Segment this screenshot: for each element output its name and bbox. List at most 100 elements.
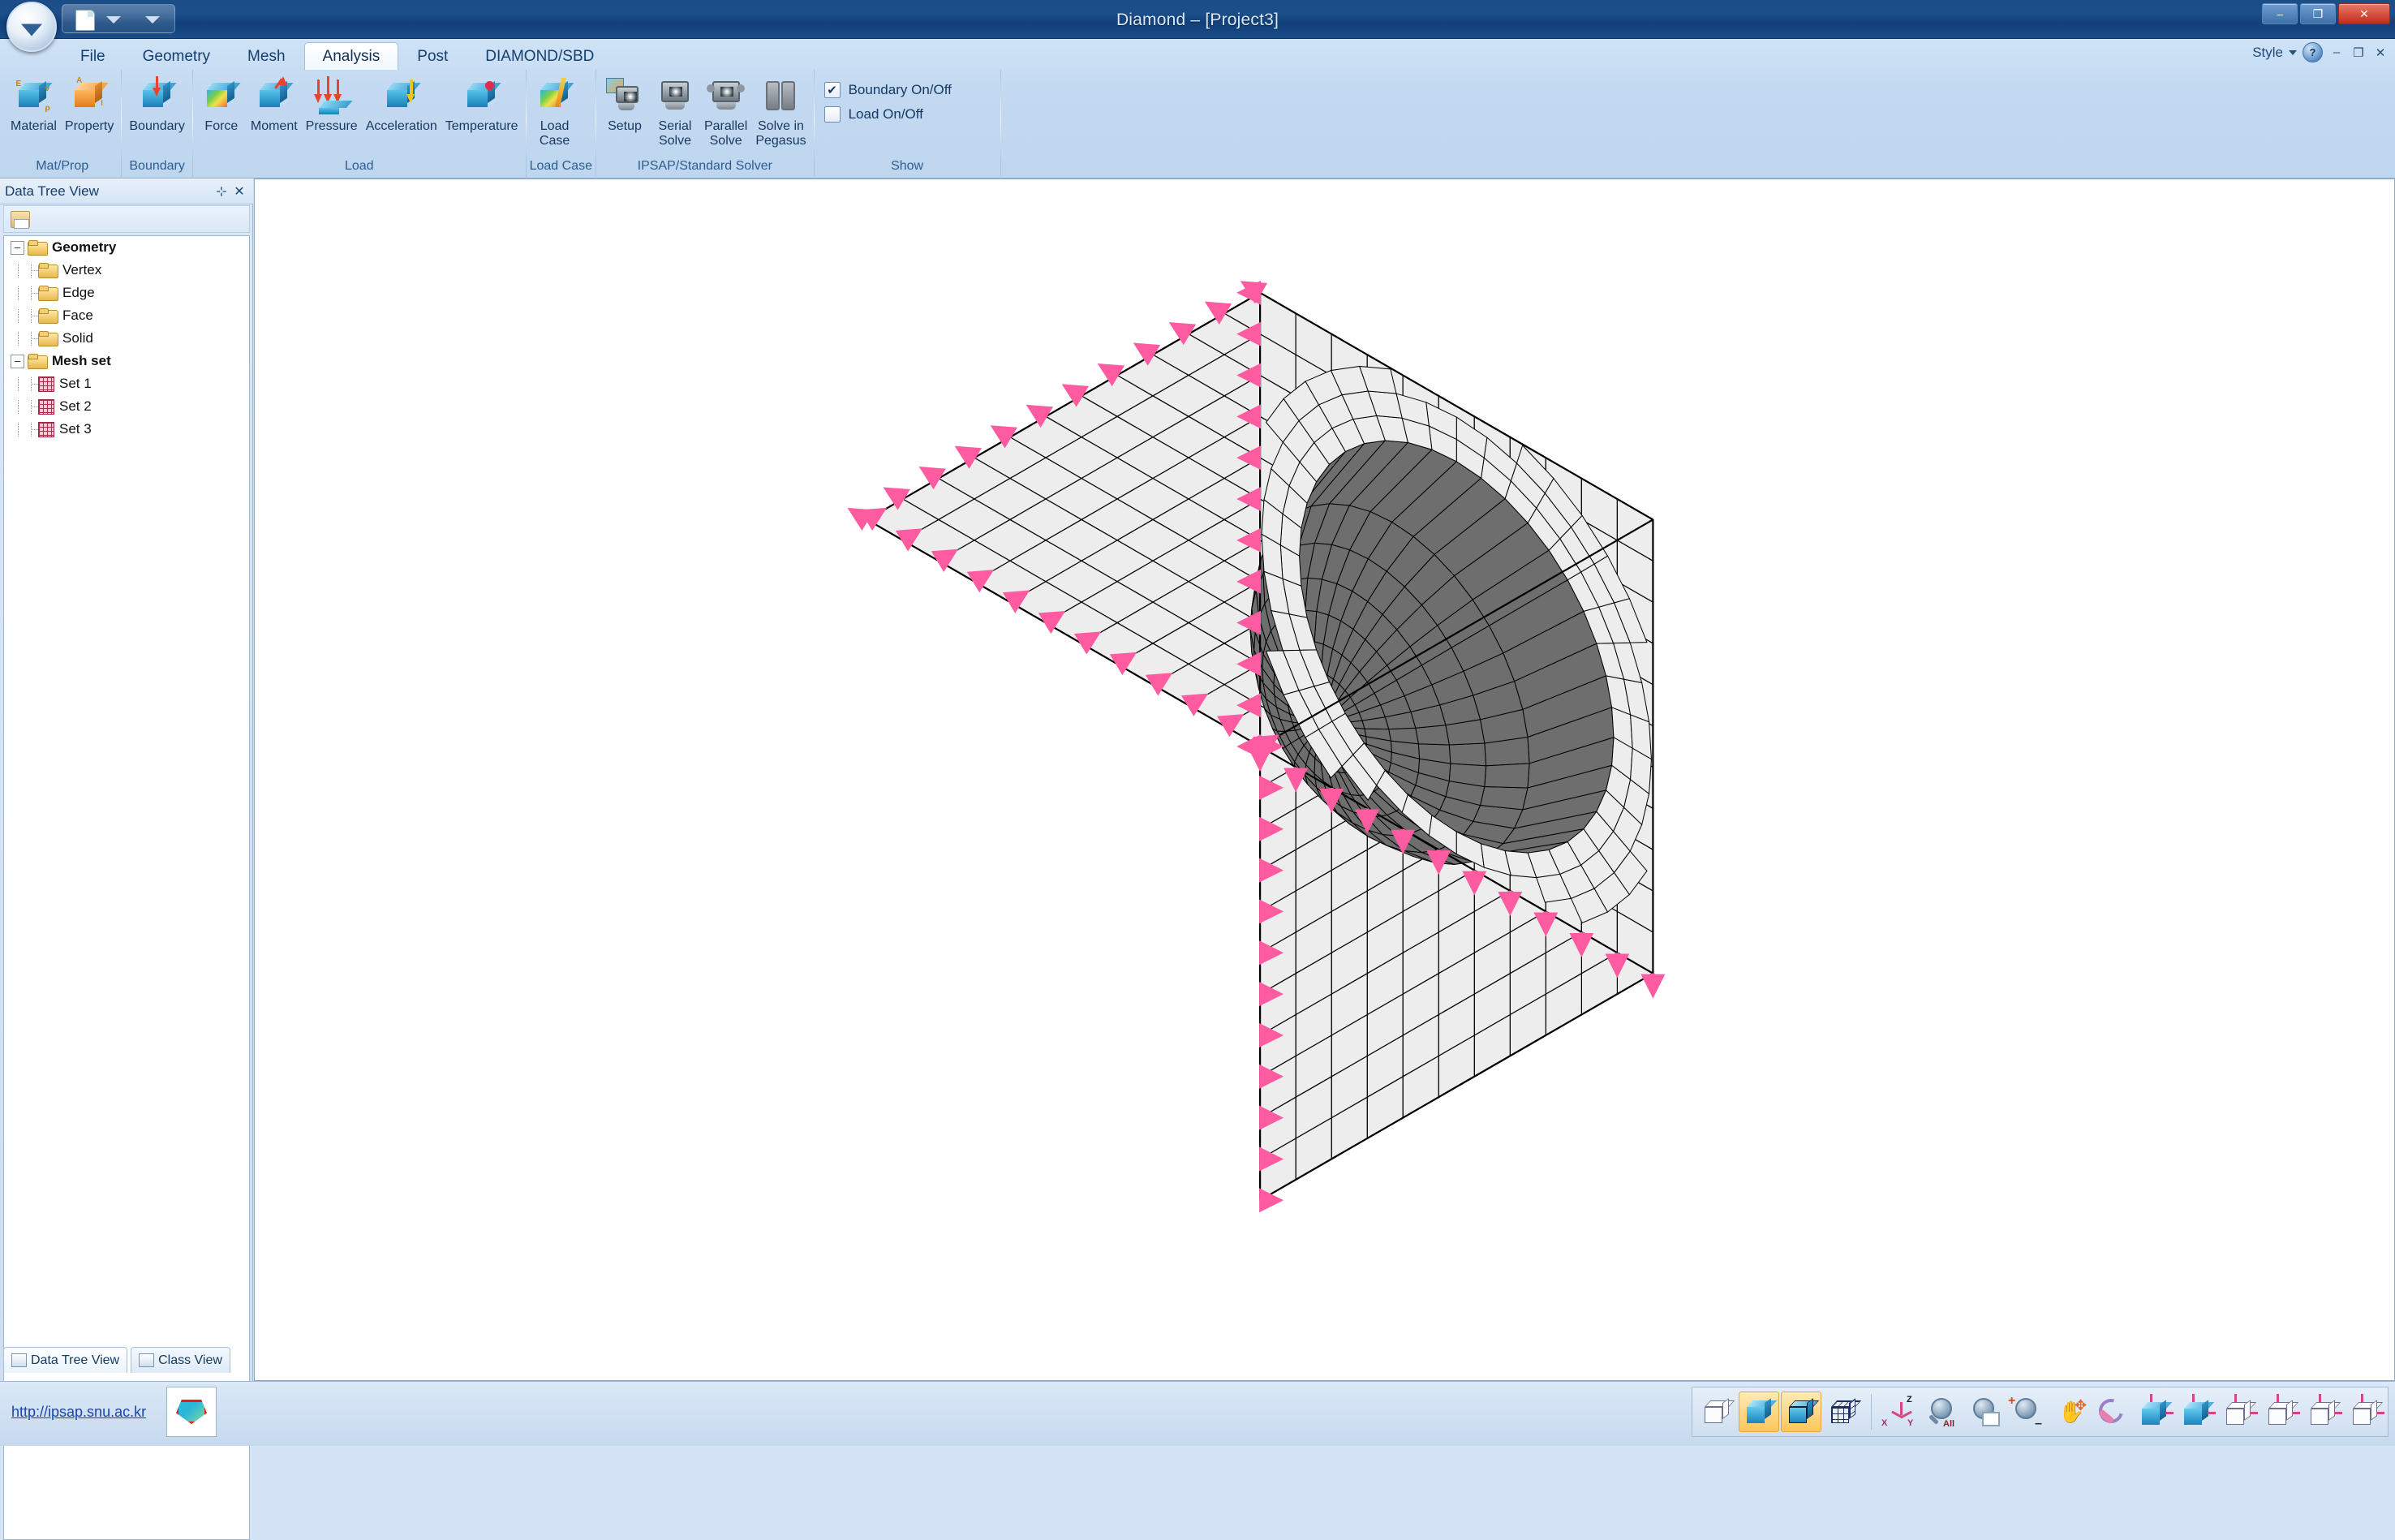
- tree-item-set-2[interactable]: Set 2: [4, 395, 249, 418]
- load-case-button[interactable]: Load Case: [530, 73, 580, 150]
- axis-x-label: X: [1881, 1418, 1888, 1428]
- tab-geometry[interactable]: Geometry: [124, 42, 229, 70]
- dock-toolbar: [3, 205, 250, 233]
- iso-view-cube-icon: [2142, 1400, 2173, 1425]
- mesh-view-button[interactable]: [1823, 1392, 1864, 1432]
- tab-mesh[interactable]: Mesh: [229, 42, 303, 70]
- 3d-viewport[interactable]: [254, 179, 2395, 1381]
- axis-right-icon: [2250, 1412, 2258, 1414]
- mesh-model-canvas[interactable]: [255, 179, 2394, 1380]
- right-view-button[interactable]: [2343, 1392, 2384, 1432]
- ipsap-website-link[interactable]: http://ipsap.snu.ac.kr: [11, 1404, 146, 1421]
- tab-file[interactable]: File: [62, 42, 124, 70]
- back-view-cube-icon: [2226, 1400, 2257, 1425]
- pressure-button[interactable]: Pressure: [302, 73, 362, 136]
- diamond-logo-button[interactable]: [166, 1387, 217, 1437]
- acceleration-button[interactable]: Acceleration: [362, 73, 441, 136]
- maximize-button[interactable]: ❐: [2300, 3, 2336, 24]
- shaded-mesh-cube-icon: [1789, 1398, 1820, 1423]
- ribbon-close-button[interactable]: ✕: [2372, 45, 2389, 61]
- tree-item-mesh-set[interactable]: − Mesh set: [4, 350, 249, 372]
- expander-icon[interactable]: −: [11, 354, 24, 368]
- application-orb-button[interactable]: [6, 2, 57, 52]
- iso-view-button[interactable]: [2132, 1392, 2174, 1432]
- wireframe-view-button[interactable]: [1696, 1392, 1737, 1432]
- expander-icon[interactable]: −: [11, 240, 24, 255]
- setup-button[interactable]: Setup: [600, 73, 650, 136]
- top-view-button[interactable]: [2259, 1392, 2300, 1432]
- chevron-down-icon[interactable]: [2289, 49, 2297, 55]
- group-title-show: Show: [891, 159, 924, 173]
- shaded-with-mesh-view-button[interactable]: [1781, 1392, 1821, 1432]
- axis-up-icon: [2150, 1394, 2152, 1402]
- boundary-onoff-checkbox[interactable]: ✔ Boundary On/Off: [818, 78, 958, 102]
- view-toolbar: Z X Y All + – ✋ ✥: [1692, 1387, 2389, 1437]
- rotate-view-button[interactable]: [2090, 1392, 2131, 1432]
- new-item-icon[interactable]: [11, 211, 30, 229]
- solver-setup-icon: [604, 75, 646, 117]
- mesh-cube-icon: [1831, 1398, 1862, 1423]
- temperature-button[interactable]: Temperature: [441, 73, 522, 136]
- tree-item-geometry[interactable]: − Geometry: [4, 236, 249, 259]
- minimize-button[interactable]: –: [2262, 3, 2298, 24]
- tree-item-set-1[interactable]: Set 1: [4, 372, 249, 395]
- ribbon-minimize-button[interactable]: –: [2328, 45, 2345, 61]
- boundary-onoff-check-icon[interactable]: ✔: [823, 82, 841, 98]
- tree-item-face[interactable]: Face: [4, 304, 249, 327]
- force-button[interactable]: Force: [196, 73, 247, 136]
- shaded-cube-icon: [1747, 1398, 1778, 1423]
- zoom-plus-label: +: [2008, 1394, 2016, 1408]
- shaded-view-button[interactable]: [1739, 1392, 1779, 1432]
- material-label: Material: [11, 119, 57, 133]
- folder-icon: [38, 308, 58, 324]
- close-icon[interactable]: ✕: [230, 183, 248, 200]
- tab-class-view[interactable]: Class View: [131, 1347, 230, 1373]
- pegasus-solve-icon: [759, 75, 802, 117]
- boundary-button[interactable]: Boundary: [125, 73, 189, 136]
- temperature-label: Temperature: [445, 119, 518, 133]
- ribbon-group-boundary: Boundary Boundary: [122, 70, 193, 179]
- parallel-solve-button[interactable]: Parallel Solve: [700, 73, 751, 150]
- dock-caption-bar: Data Tree View ⊹ ✕: [0, 179, 253, 204]
- tree-item-set-3[interactable]: Set 3: [4, 418, 249, 441]
- force-label: Force: [204, 119, 239, 133]
- tab-diamond-sbd[interactable]: DIAMOND/SBD: [467, 42, 613, 70]
- tab-data-tree-view[interactable]: Data Tree View: [3, 1347, 128, 1373]
- help-icon[interactable]: ?: [2303, 42, 2323, 62]
- customize-qat-icon[interactable]: [145, 16, 160, 24]
- load-case-icon: [534, 75, 576, 117]
- close-button[interactable]: ✕: [2338, 3, 2390, 24]
- folder-icon: [28, 240, 48, 256]
- serial-solve-button[interactable]: Serial Solve: [650, 73, 700, 150]
- axis-triad-button[interactable]: Z X Y: [1879, 1392, 1920, 1432]
- boundary-label: Boundary: [129, 119, 185, 133]
- zoom-out-button[interactable]: + –: [2006, 1392, 2046, 1432]
- property-button[interactable]: A I Property: [61, 73, 118, 136]
- zoom-all-button[interactable]: All: [1921, 1392, 1962, 1432]
- tab-post[interactable]: Post: [398, 42, 467, 70]
- tree-item-label: Geometry: [52, 239, 117, 255]
- front-view-button[interactable]: [2174, 1392, 2216, 1432]
- pegasus-solve-button[interactable]: Solve in Pegasus: [751, 73, 810, 150]
- new-document-icon[interactable]: [75, 10, 95, 31]
- quick-print-icon[interactable]: [106, 16, 121, 24]
- tree-item-vertex[interactable]: Vertex: [4, 259, 249, 282]
- pin-icon[interactable]: ⊹: [213, 183, 230, 200]
- tree-item-solid[interactable]: Solid: [4, 327, 249, 350]
- zoom-window-button[interactable]: [1963, 1392, 2004, 1432]
- load-onoff-check-icon[interactable]: [823, 106, 841, 123]
- force-cube-icon: [200, 75, 243, 117]
- parallel-solve-label: Parallel Solve: [703, 119, 748, 148]
- style-label[interactable]: Style: [2252, 45, 2283, 61]
- back-view-button[interactable]: [2217, 1392, 2258, 1432]
- material-button[interactable]: E ν ρ Material: [6, 73, 61, 136]
- bottom-view-button[interactable]: [2301, 1392, 2342, 1432]
- tab-analysis[interactable]: Analysis: [303, 42, 399, 70]
- ribbon-restore-button[interactable]: ❐: [2350, 45, 2367, 61]
- moment-button[interactable]: Moment: [247, 73, 302, 136]
- load-onoff-checkbox[interactable]: Load On/Off: [818, 102, 930, 127]
- pan-view-button[interactable]: ✋ ✥: [2048, 1392, 2088, 1432]
- tree-item-label: Edge: [62, 285, 95, 300]
- temperature-cube-icon: [461, 75, 503, 117]
- tree-item-edge[interactable]: Edge: [4, 282, 249, 304]
